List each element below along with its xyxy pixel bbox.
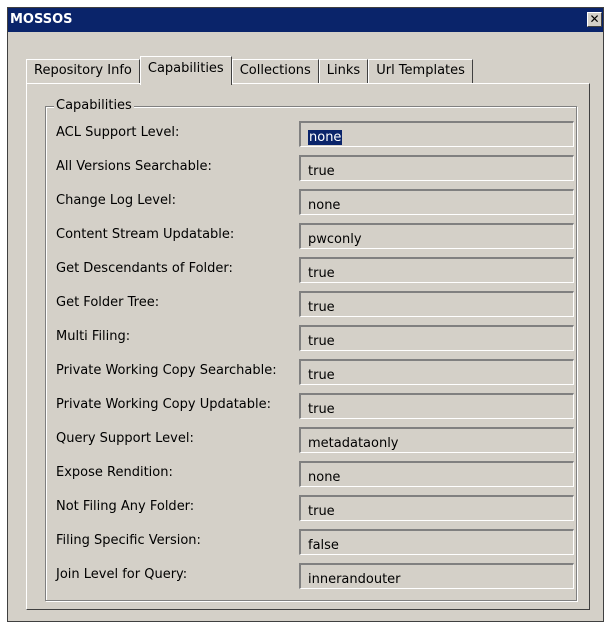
query-support-level-field[interactable]: metadataonly [299,427,574,453]
pwc-updatable-label: Private Working Copy Updatable: [56,397,272,412]
tab-links[interactable]: Links [318,59,369,84]
expose-rendition-field[interactable]: none [299,461,574,487]
content-stream-updatable-field[interactable]: pwconly [299,223,574,249]
tab-panel-capabilities: Capabilities ACL Support Level: none All… [26,83,590,610]
pwc-searchable-field[interactable]: true [299,359,574,385]
tab-strip: Repository Info Capabilities Collections… [26,52,473,85]
capability-row: Get Descendants of Folder: true [56,257,574,285]
capability-row: Multi Filing: true [56,325,574,353]
get-descendants-label: Get Descendants of Folder: [56,261,233,276]
change-log-level-field[interactable]: none [299,189,574,215]
get-folder-tree-label: Get Folder Tree: [56,295,160,310]
capability-row: Expose Rendition: none [56,461,574,489]
multi-filing-label: Multi Filing: [56,329,131,344]
expose-rendition-label: Expose Rendition: [56,465,173,480]
capability-row: Private Working Copy Searchable: true [56,359,574,387]
filing-specific-version-label: Filing Specific Version: [56,533,201,548]
tab-collections[interactable]: Collections [231,59,319,84]
groupbox-title: Capabilities [54,98,134,114]
tab-capabilities[interactable]: Capabilities [139,56,232,85]
query-support-level-label: Query Support Level: [56,431,194,446]
title-bar[interactable]: MOSSOS ✕ [8,8,603,32]
get-folder-tree-field[interactable]: true [299,291,574,317]
acl-support-level-field[interactable]: none [299,121,574,147]
capability-row: Private Working Copy Updatable: true [56,393,574,421]
not-filing-any-folder-field[interactable]: true [299,495,574,521]
capability-row: ACL Support Level: none [56,121,574,149]
content-stream-updatable-label: Content Stream Updatable: [56,227,235,242]
not-filing-any-folder-label: Not Filing Any Folder: [56,499,195,514]
capability-row: Get Folder Tree: true [56,291,574,319]
change-log-level-label: Change Log Level: [56,193,176,208]
capabilities-groupbox: Capabilities ACL Support Level: none All… [45,98,577,601]
tab-repository-info[interactable]: Repository Info [26,59,140,84]
multi-filing-field[interactable]: true [299,325,574,351]
join-level-field[interactable]: innerandouter [299,563,574,589]
window-title: MOSSOS [10,12,73,27]
acl-support-level-label: ACL Support Level: [56,125,180,140]
capability-row: Join Level for Query: innerandouter [56,563,574,591]
pwc-searchable-label: Private Working Copy Searchable: [56,363,277,378]
filing-specific-version-field[interactable]: false [299,529,574,555]
all-versions-searchable-field[interactable]: true [299,155,574,181]
get-descendants-field[interactable]: true [299,257,574,283]
all-versions-searchable-label: All Versions Searchable: [56,159,212,174]
close-button[interactable]: ✕ [587,12,602,27]
capability-row: Query Support Level: metadataonly [56,427,574,455]
join-level-label: Join Level for Query: [56,567,188,582]
capability-row: All Versions Searchable: true [56,155,574,183]
capability-row: Content Stream Updatable: pwconly [56,223,574,251]
acl-support-level-value: none [308,130,343,145]
close-icon: ✕ [589,12,600,26]
capability-row: Filing Specific Version: false [56,529,574,557]
tab-url-templates[interactable]: Url Templates [368,59,473,84]
pwc-updatable-field[interactable]: true [299,393,574,419]
dialog-window: MOSSOS ✕ Repository Info Capabilities Co… [7,7,604,622]
capability-row: Change Log Level: none [56,189,574,217]
capability-row: Not Filing Any Folder: true [56,495,574,523]
